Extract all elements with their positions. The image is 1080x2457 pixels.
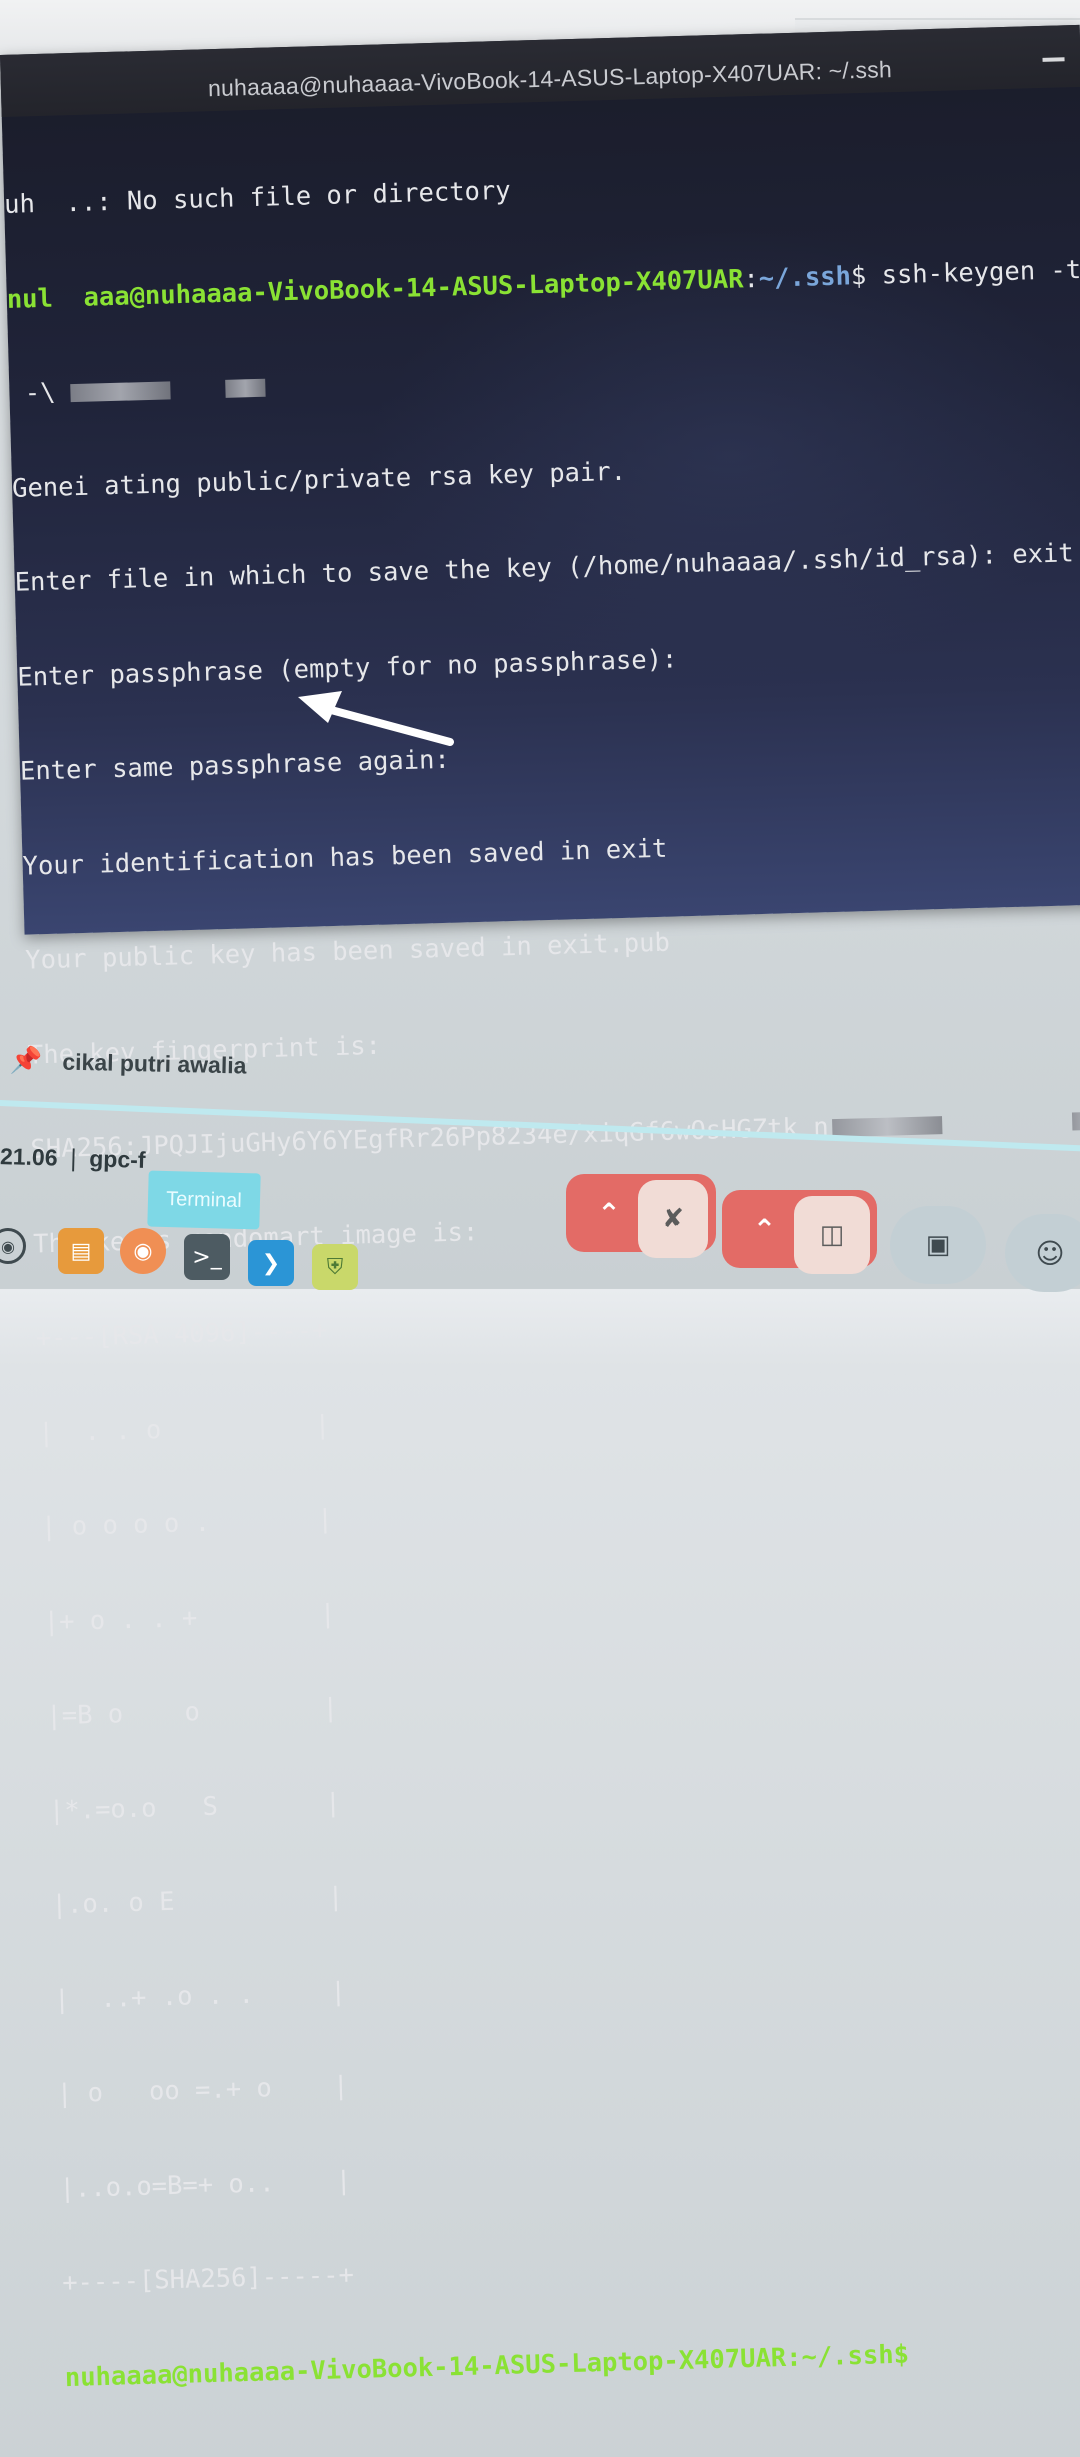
chevron-up-icon[interactable]: ⌃ <box>753 1213 776 1246</box>
terminal-line: -\ <box>9 349 1080 411</box>
terminal-line-text: -\ <box>9 377 56 409</box>
annotation-arrow-icon <box>298 691 454 746</box>
prompt-end: $ <box>850 259 883 291</box>
terminal-icon[interactable]: >_ <box>184 1234 230 1280</box>
camera-off-button[interactable]: ◫ <box>794 1196 870 1274</box>
vscode-icon[interactable]: ❯ <box>248 1240 294 1286</box>
randomart-line: | o oo =.+ o | <box>56 2071 349 2110</box>
chevron-up-icon[interactable]: ⌃ <box>597 1197 620 1230</box>
terminal-line: Enter file in which to save the key (/ho… <box>14 538 1075 598</box>
terminal-window[interactable]: nuhaaaa@nuhaaaa-VivoBook-14-ASUS-Laptop-… <box>0 24 1080 2393</box>
terminal-line: Your public key has been saved in exit.p… <box>24 927 671 976</box>
meeting-info: 21.06 | gpc-f <box>0 1143 146 1174</box>
prompt-sep: : <box>743 263 760 294</box>
present-icon: ▣ <box>925 1230 951 1260</box>
folder-icon[interactable]: ▤ <box>58 1228 104 1274</box>
final-prompt: nuhaaaa@nuhaaaa-VivoBook-14-ASUS-Laptop-… <box>64 2339 910 2393</box>
participant-name: cikal putri awalia <box>62 1048 247 1078</box>
prompt-user: nul aaa@nuhaaaa-VivoBook-14-ASUS-Laptop-… <box>6 263 744 315</box>
randomart-line: |=B o o | <box>45 1693 339 1732</box>
terminal-line: Enter passphrase (empty for no passphras… <box>16 643 678 693</box>
launcher-icon[interactable]: ◉ <box>0 1228 26 1264</box>
mic-off-button[interactable]: ✘ <box>638 1180 708 1258</box>
pin-icon: 📌 <box>9 1045 43 1077</box>
camera-off-icon: ◫ <box>819 1220 845 1250</box>
present-screen-button[interactable]: ▣ <box>890 1206 986 1284</box>
emoji-icon: ☺ <box>1035 1236 1065 1270</box>
meeting-code: gpc-f <box>88 1145 146 1173</box>
randomart-line: |.o. o E | <box>51 1882 344 1921</box>
terminal-line-command: nul aaa@nuhaaaa-VivoBook-14-ASUS-Laptop-… <box>6 254 1080 316</box>
randomart-line: | . . o | <box>38 1409 331 1448</box>
window-title: nuhaaaa@nuhaaaa-VivoBook-14-ASUS-Laptop-… <box>207 56 893 102</box>
reactions-button[interactable]: ☺ <box>1005 1214 1080 1292</box>
meeting-separator: | <box>69 1145 78 1172</box>
redacted-block <box>70 381 172 403</box>
randomart-line: |+ o . . + | <box>43 1598 336 1637</box>
prompt-path: ~/.ssh <box>758 260 852 294</box>
meeting-time: 21.06 <box>0 1143 58 1171</box>
redacted-block <box>225 378 267 398</box>
randomart-line: | ..+ .o . . | <box>53 1976 347 2015</box>
mic-off-icon: ✘ <box>662 1204 684 1234</box>
randomart-line: |*.=o.o S | <box>48 1787 342 1826</box>
redacted-block <box>832 1116 943 1138</box>
terminal-line: Genei ating public/private rsa key pair. <box>11 456 627 504</box>
minimize-icon[interactable] <box>1042 57 1065 62</box>
taskbar: ◉ ▤ ◉ >_ ❯ ⛨ ⌃ ✘ ⌃ ◫ ▣ ☺ <box>0 1174 1080 1292</box>
redacted-block <box>1072 1111 1080 1131</box>
randomart-line: |..o.o=B=+ o.. | <box>59 2165 352 2204</box>
randomart-line: | o o o o . | <box>40 1504 334 1543</box>
terminal-line: Your identification has been saved in ex… <box>22 833 668 882</box>
shield-icon[interactable]: ⛨ <box>312 1244 358 1290</box>
randomart-line: +---[RSA 4096]----+ <box>35 1315 328 1354</box>
terminal-line: Enter same passphrase again: <box>19 744 451 787</box>
terminal-line: uh ..: No such file or directory <box>3 175 512 220</box>
command-text: ssh-keygen -t rsa <box>881 254 1080 290</box>
firefox-icon[interactable]: ◉ <box>120 1228 166 1274</box>
randomart-line: +----[SHA256]-----+ <box>61 2259 355 2299</box>
pinned-participant[interactable]: 📌 cikal putri awalia <box>10 1046 247 1081</box>
